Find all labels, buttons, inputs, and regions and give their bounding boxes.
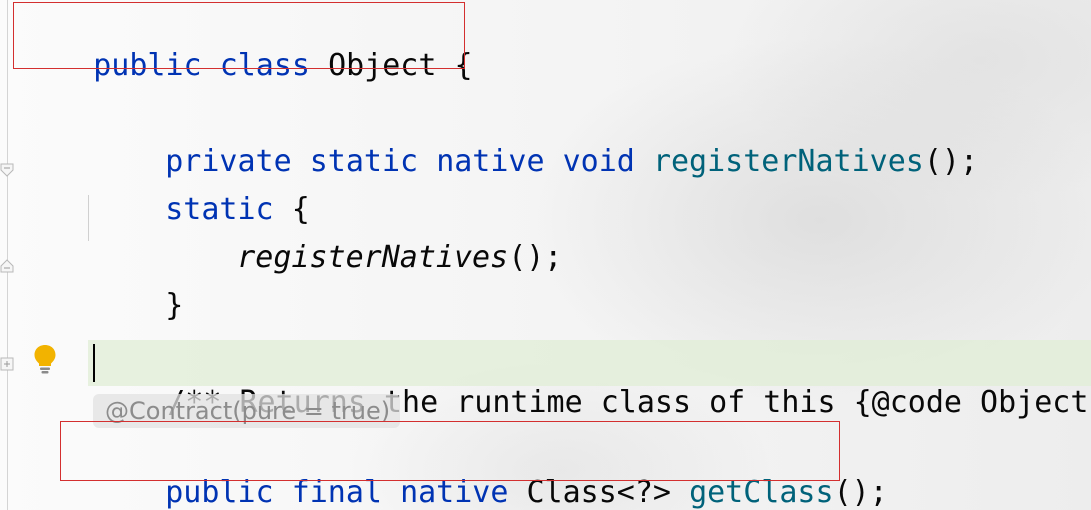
punctuation: ();	[833, 475, 888, 510]
keyword: native	[436, 144, 545, 179]
code-line-register-natives-call[interactable]: registerNatives();	[165, 198, 562, 275]
keyword: static	[309, 144, 419, 179]
fold-marker-icon[interactable]	[0, 163, 14, 177]
gutter-divider	[7, 0, 8, 510]
punctuation: ();	[923, 144, 979, 179]
editor-gutter	[0, 0, 16, 510]
brace: }	[165, 288, 184, 323]
code-line-close-brace[interactable]: }	[93, 246, 183, 323]
keyword: void	[562, 144, 635, 179]
highlight-box-class-declaration	[13, 2, 465, 69]
text-caret	[93, 344, 95, 382]
code-line-doc-comment[interactable]: /** Returns the runtime class of this {@…	[95, 343, 1091, 420]
fold-marker-icon[interactable]	[0, 259, 14, 273]
lightbulb-icon[interactable]	[32, 343, 58, 375]
method-name: registerNatives	[652, 144, 924, 179]
punctuation: ();	[508, 240, 563, 275]
code-line-register-natives-decl[interactable]: private static native void registerNativ…	[93, 102, 978, 179]
fold-expand-icon[interactable]	[0, 357, 14, 371]
method-call: registerNatives	[237, 240, 509, 275]
code-line-static-block[interactable]: static {	[93, 150, 310, 227]
indent-guide	[88, 195, 89, 241]
code-editor[interactable]: public class Object { private static nat…	[0, 0, 1091, 510]
highlight-box-getclass	[60, 421, 840, 481]
